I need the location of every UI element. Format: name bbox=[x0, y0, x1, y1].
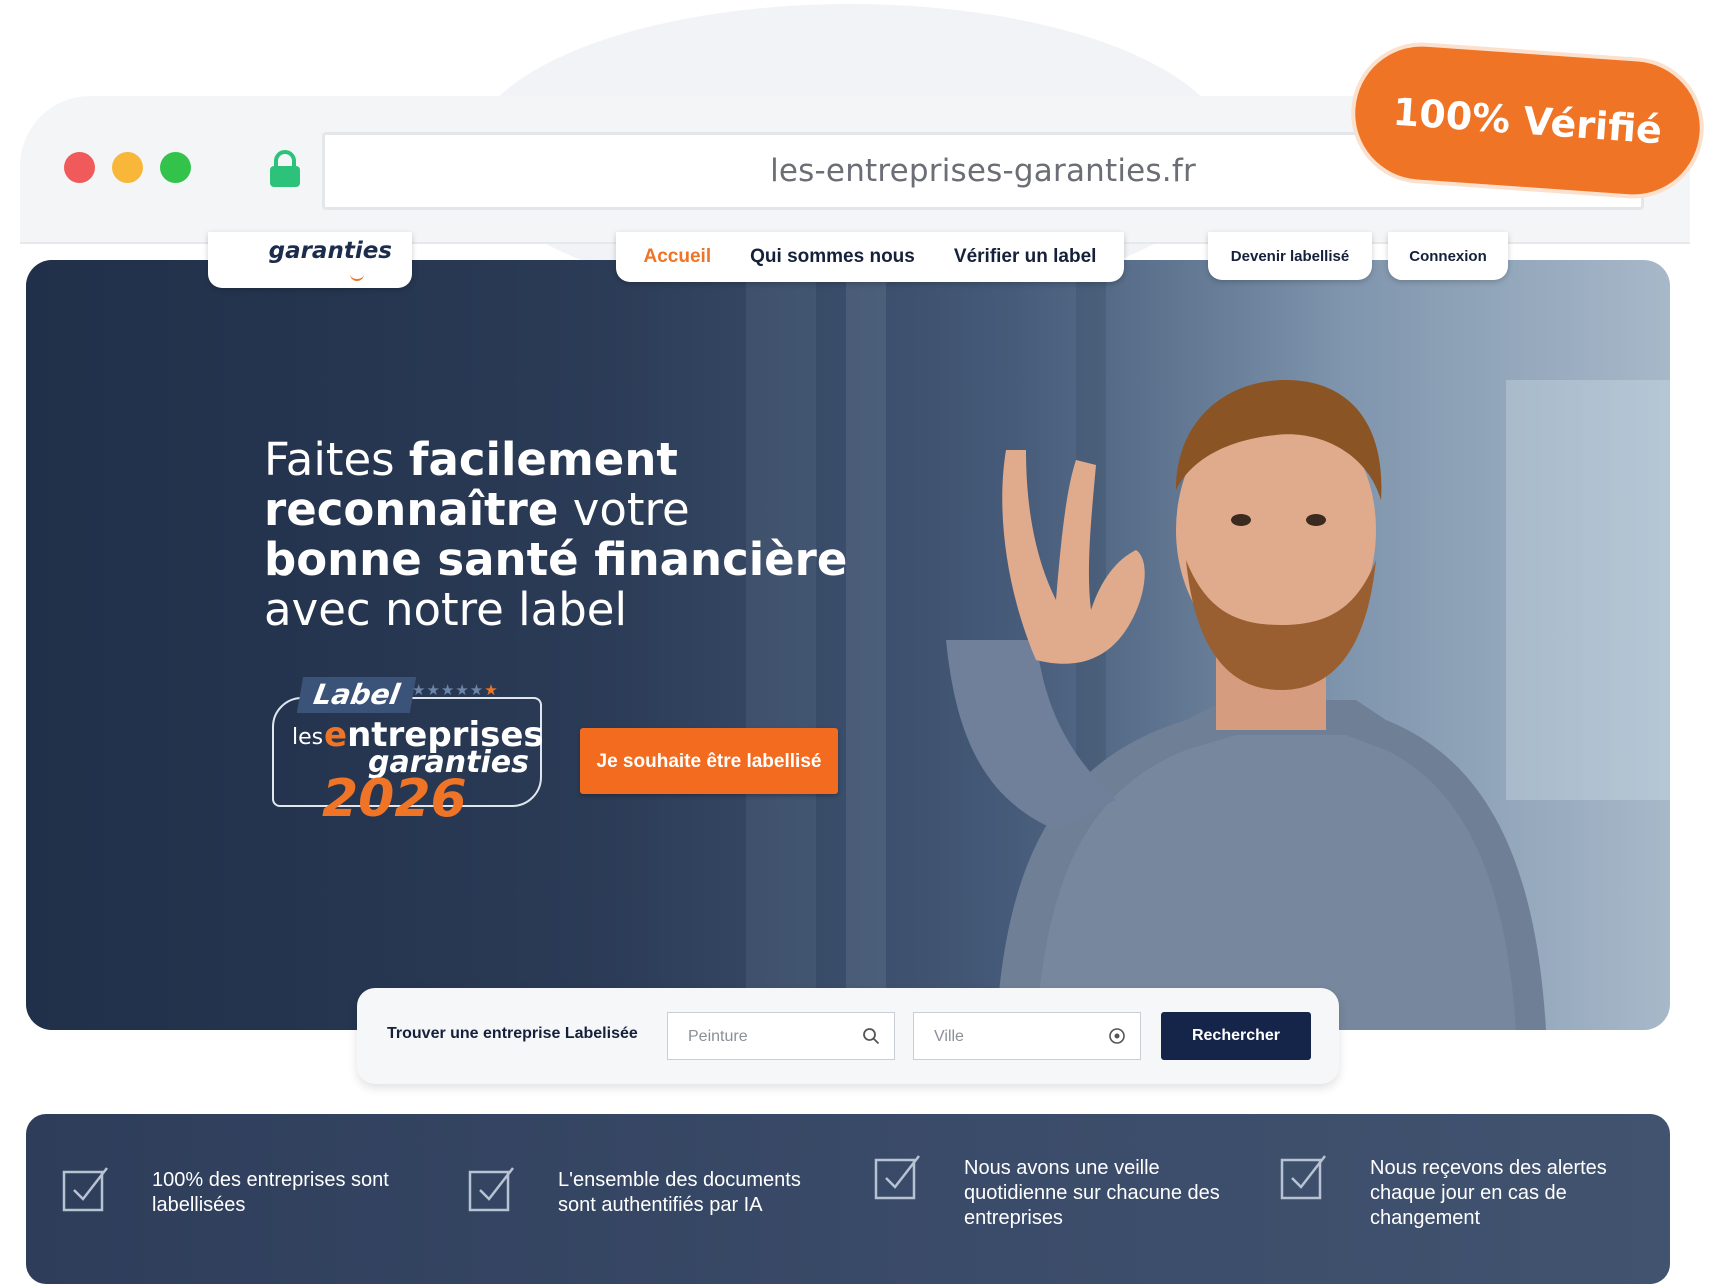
location-pin-icon bbox=[1109, 1028, 1125, 1044]
star-icons: ★★★★★ bbox=[412, 682, 485, 699]
login-nav-button[interactable]: Connexion bbox=[1388, 232, 1508, 280]
hero-headline: Faites facilement reconnaître votre bonn… bbox=[264, 435, 904, 635]
feature-text: Nous avons une veille quotidienne sur ch… bbox=[964, 1157, 1220, 1229]
site-logo[interactable]: garanties bbox=[208, 232, 412, 288]
label-year: 2026 bbox=[322, 769, 467, 829]
main-nav: Accueil Qui sommes nous Vérifier un labe… bbox=[616, 232, 1124, 282]
label-entreprises-accent: e bbox=[324, 715, 348, 755]
url-text: les-entreprises-garanties.fr bbox=[770, 153, 1196, 189]
headline-strong: reconnaître bbox=[264, 483, 559, 536]
logo-text: garanties bbox=[268, 238, 392, 264]
label-badge: Label ★★★★★★ les entreprises garanties 2… bbox=[272, 675, 544, 829]
feature-text: L'ensemble des documents sont authentifi… bbox=[558, 1169, 801, 1216]
headline-text: Faites bbox=[264, 433, 409, 486]
search-icon bbox=[863, 1028, 880, 1045]
features-banner: 100% des entreprises sont labellisées L'… bbox=[26, 1114, 1670, 1284]
verified-badge: 100% Vérifié bbox=[1350, 42, 1705, 199]
city-input[interactable] bbox=[914, 1013, 1106, 1061]
nav-verify-label[interactable]: Vérifier un label bbox=[954, 246, 1097, 268]
lock-icon bbox=[270, 150, 300, 187]
search-button[interactable]: Rechercher bbox=[1161, 1012, 1311, 1060]
feature-text: Nous reçevons des alertes chaque jour en… bbox=[1370, 1157, 1607, 1229]
feature-item: Nous avons une veille quotidienne sur ch… bbox=[874, 1114, 1244, 1264]
hero-person-photo bbox=[946, 380, 1546, 1030]
headline-text: avec notre label bbox=[264, 583, 627, 636]
search-label: Trouver une entreprise Labelisée bbox=[387, 1025, 638, 1042]
window-maximize-dot[interactable] bbox=[160, 152, 191, 183]
checkbox-check-icon bbox=[62, 1167, 108, 1212]
window-minimize-dot[interactable] bbox=[112, 152, 143, 183]
window-close-dot[interactable] bbox=[64, 152, 95, 183]
become-labeled-button[interactable]: Je souhaite être labellisé bbox=[580, 728, 838, 794]
checkbox-check-icon bbox=[874, 1155, 920, 1200]
label-stars: ★★★★★★ bbox=[412, 681, 499, 699]
nav-about[interactable]: Qui sommes nous bbox=[750, 246, 915, 268]
keyword-field[interactable] bbox=[667, 1012, 895, 1061]
checkbox-check-icon bbox=[1280, 1155, 1326, 1200]
headline-strong: facilement bbox=[408, 433, 678, 486]
star-accent-icon: ★ bbox=[484, 682, 499, 699]
nav-home[interactable]: Accueil bbox=[644, 246, 712, 268]
label-les: les bbox=[292, 725, 324, 750]
hero-section bbox=[26, 260, 1670, 1030]
headline-strong: bonne santé financière bbox=[264, 533, 848, 586]
feature-item: Nous reçevons des alertes chaque jour en… bbox=[1280, 1114, 1650, 1264]
logo-smile-icon bbox=[350, 272, 364, 281]
checkbox-check-icon bbox=[468, 1167, 514, 1212]
become-labeled-nav-button[interactable]: Devenir labellisé bbox=[1208, 232, 1372, 280]
label-tag: Label bbox=[296, 677, 417, 713]
search-panel: Trouver une entreprise Labelisée Recherc… bbox=[357, 988, 1339, 1084]
keyword-input[interactable] bbox=[668, 1013, 860, 1061]
feature-text: 100% des entreprises sont labellisées bbox=[152, 1169, 389, 1216]
headline-text: votre bbox=[558, 483, 690, 536]
feature-item: L'ensemble des documents sont authentifi… bbox=[468, 1114, 838, 1264]
feature-item: 100% des entreprises sont labellisées bbox=[62, 1114, 432, 1264]
city-field[interactable] bbox=[913, 1012, 1141, 1061]
